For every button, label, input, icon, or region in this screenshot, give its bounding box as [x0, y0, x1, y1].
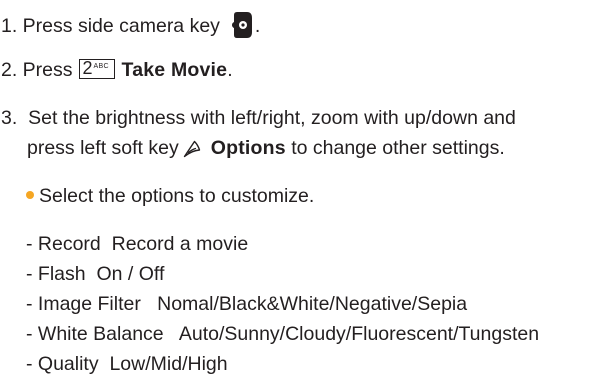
step-2-prefix: 2. Press: [1, 59, 73, 81]
option-values: Auto/Sunny/Cloudy/Fluorescent/Tungsten: [178, 323, 540, 345]
option-record: - Record Record a movie: [26, 232, 248, 256]
bullet-text: Select the options to customize.: [39, 185, 315, 207]
key-2-letters: ABC: [93, 63, 109, 70]
step-2: 2. Press 2 ABC Take Movie.: [1, 58, 233, 82]
left-soft-key-icon: [183, 140, 201, 164]
step-3-line-2-suffix: to change other settings.: [291, 137, 505, 159]
option-values: Low/Mid/High: [109, 353, 228, 375]
option-name: - Record: [26, 233, 101, 255]
option-name: - Image Filter: [26, 293, 141, 315]
step-1: 1. Press side camera key.: [1, 11, 260, 45]
option-values: On / Off: [96, 263, 165, 285]
bullet-item: Select the options to customize.: [26, 184, 314, 208]
option-name: - Quality: [26, 353, 99, 375]
option-quality: - Quality Low/Mid/High: [26, 352, 228, 376]
step-3-line-2-prefix: press left soft key: [27, 137, 179, 159]
bullet-dot-icon: [26, 191, 34, 199]
option-name: - Flash: [26, 263, 86, 285]
take-movie-label: Take Movie: [121, 59, 228, 81]
option-values: Nomal/Black&White/Negative/Sepia: [157, 293, 468, 315]
step-1-text: 1. Press side camera key: [1, 15, 220, 37]
option-white-balance: - White Balance Auto/Sunny/Cloudy/Fluore…: [26, 322, 539, 346]
step-1-period: .: [254, 15, 261, 37]
step-3-line-2: press left soft key Options to change oth…: [27, 136, 505, 164]
step-3-line-1: 3. Set the brightness with left/right, z…: [1, 107, 516, 129]
option-flash: - Flash On / Off: [26, 262, 164, 286]
option-name: - White Balance: [26, 323, 164, 345]
step-2-period: .: [227, 59, 233, 81]
key-2-digit: 2: [82, 58, 93, 78]
option-values: Record a movie: [111, 233, 249, 255]
option-image-filter: - Image Filter Nomal/Black&White/Negativ…: [26, 292, 467, 316]
options-label: Options: [210, 137, 286, 159]
camera-key-icon: [231, 11, 253, 45]
key-2-icon: 2 ABC: [78, 58, 115, 79]
